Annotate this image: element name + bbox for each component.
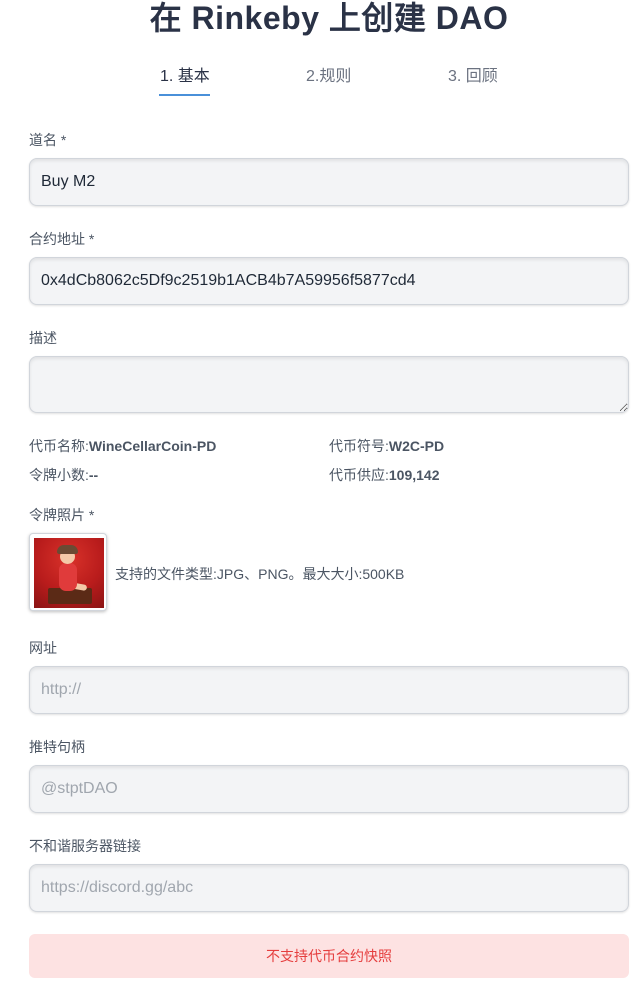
token-decimals-value: -- — [88, 467, 99, 483]
token-name-info: 代币名称:WineCellarCoin-PD — [29, 437, 216, 455]
website-input[interactable] — [29, 666, 629, 714]
contract-address-input[interactable] — [29, 257, 629, 305]
token-symbol-label: 代币符号: — [329, 438, 389, 454]
tab-basic[interactable]: 1. 基本 — [160, 66, 210, 88]
token-decimals-info: 令牌小数:-- — [29, 466, 98, 484]
token-supply-info: 代币供应:109,142 — [329, 466, 440, 484]
description-label: 描述 — [29, 330, 57, 346]
page-title: 在 Rinkeby 上创建 DAO — [149, 0, 509, 36]
dao-name-input[interactable] — [29, 158, 629, 206]
token-decimals-label: 令牌小数: — [29, 467, 89, 483]
token-symbol-value: W2C-PD — [388, 438, 445, 454]
token-supply-label: 代币供应: — [329, 467, 389, 483]
contract-address-label: 合约地址 * — [29, 231, 95, 247]
tab-review[interactable]: 3. 回顾 — [448, 66, 498, 88]
tab-rules[interactable]: 2.规则 — [306, 66, 351, 88]
snapshot-unsupported-banner: 不支持代币合约快照 — [29, 934, 629, 978]
active-tab-indicator — [159, 94, 210, 96]
token-symbol-info: 代币符号:W2C-PD — [329, 437, 444, 455]
discord-label: 不和谐服务器链接 — [29, 838, 141, 854]
token-name-value: WineCellarCoin-PD — [88, 438, 217, 454]
description-textarea[interactable] — [29, 356, 629, 413]
token-name-label: 代币名称: — [29, 438, 89, 454]
twitter-input[interactable] — [29, 765, 629, 813]
photo-file-hint: 支持的文件类型:JPG、PNG。最大大小:500KB — [115, 566, 405, 582]
token-photo-upload[interactable] — [29, 533, 107, 611]
discord-input[interactable] — [29, 864, 629, 912]
website-label: 网址 — [29, 640, 57, 656]
step-tabs: 1. 基本 2.规则 3. 回顾 — [0, 62, 636, 98]
token-supply-value: 109,142 — [388, 467, 440, 483]
twitter-label: 推特句柄 — [29, 739, 85, 755]
token-photo-label: 令牌照片 * — [29, 507, 95, 523]
token-photo-image — [34, 538, 104, 608]
dao-name-label: 道名 * — [29, 132, 67, 148]
